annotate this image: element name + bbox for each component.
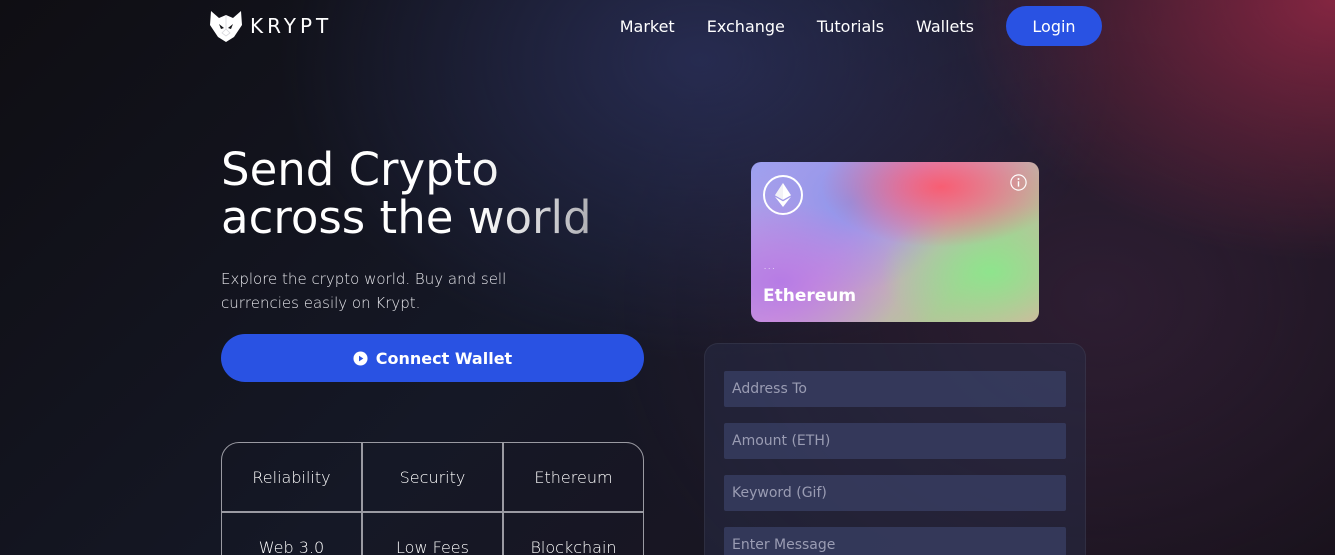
keyword-input[interactable]	[724, 475, 1066, 511]
feature-web3: Web 3.0	[221, 512, 362, 555]
feature-reliability: Reliability	[221, 442, 362, 512]
amount-input[interactable]	[724, 423, 1066, 459]
main-nav: Market Exchange Tutorials Wallets Login	[620, 6, 1102, 46]
nav-item-wallets[interactable]: Wallets	[916, 17, 974, 36]
hero-title-line-2: across the world	[221, 191, 592, 244]
ethereum-card: ... Ethereum	[751, 162, 1039, 322]
krypt-fox-logo-icon	[210, 11, 242, 42]
logo[interactable]: KRYPT	[208, 9, 332, 43]
nav-item-exchange[interactable]: Exchange	[707, 17, 785, 36]
address-to-input[interactable]	[724, 371, 1066, 407]
connect-wallet-label: Connect Wallet	[375, 348, 513, 368]
brand-name: KRYPT	[250, 14, 333, 38]
nav-item-market[interactable]: Market	[620, 17, 675, 36]
features-grid: Reliability Security Ethereum Web 3.0 Lo…	[221, 442, 644, 555]
ethereum-icon	[763, 175, 803, 215]
feature-low-fees: Low Fees	[362, 512, 503, 555]
hero-subtitle: Explore the crypto world. Buy and sell c…	[221, 270, 507, 312]
play-circle-icon	[353, 350, 368, 366]
card-network-name: Ethereum	[763, 286, 857, 306]
feature-ethereum: Ethereum	[503, 442, 644, 512]
feature-blockchain: Blockchain	[503, 512, 644, 555]
nav-item-tutorials[interactable]: Tutorials	[817, 17, 884, 36]
info-icon[interactable]	[1010, 174, 1027, 191]
card-address: ...	[763, 258, 776, 273]
hero-title-line-1: Send Crypto	[221, 143, 499, 196]
hero-title: Send Crypto across the world	[221, 146, 641, 242]
connect-wallet-button[interactable]: Connect Wallet	[221, 334, 644, 382]
message-input[interactable]	[724, 527, 1066, 555]
feature-security: Security	[362, 442, 503, 512]
login-button[interactable]: Login	[1006, 6, 1102, 46]
